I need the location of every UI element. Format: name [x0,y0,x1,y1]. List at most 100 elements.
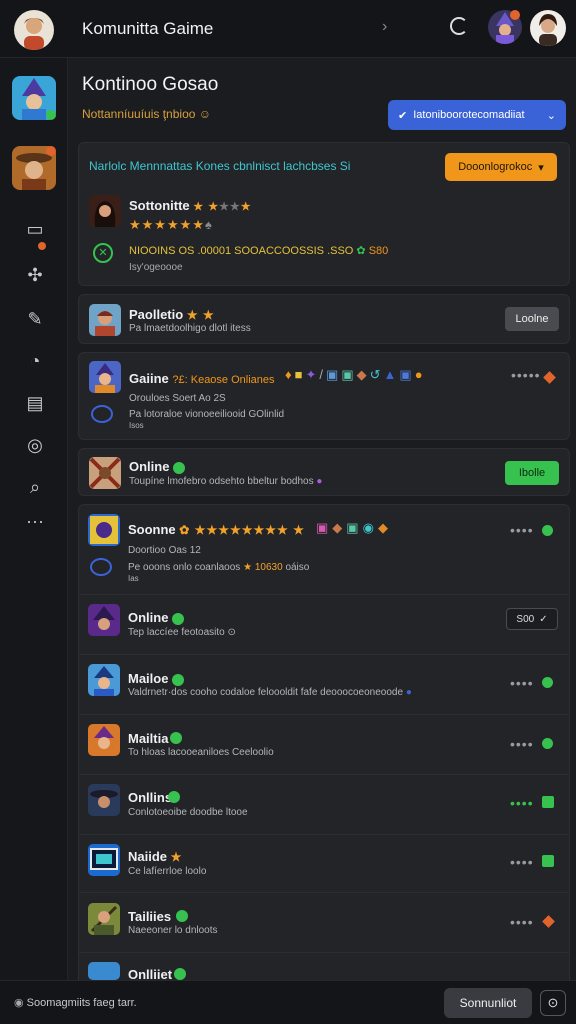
game-subtitle: Pa lmaetdoolhigo dlotl itess [129,323,251,334]
page-title: Kontinoo Gosao [82,74,219,95]
achievement-icons: ♦■✦/▣▣◆↺▲▣● [285,367,426,382]
featured-banner: Narlolc Mennnattas Kones cbnlnisct lachc… [89,159,351,173]
row-divider [78,654,570,655]
friend-notification-badge [510,10,520,20]
tools-icon[interactable]: ✎ [24,308,46,330]
check-icon: ✔ [398,109,408,122]
library-icon[interactable]: ▭ [24,218,46,240]
game-badge-icon [91,405,113,423]
game-thumb [88,903,120,935]
game-title[interactable]: Tailiies [128,909,171,924]
game-title[interactable]: Naiide ★ [128,849,182,864]
more-options-icon[interactable]: •••• [510,675,534,691]
chevron-down-icon: ⌄ [546,109,556,122]
achievement-icons: ▣◆▣◉◆ [316,520,392,535]
user-avatar[interactable] [14,10,54,50]
download-button[interactable]: Dooonlogrokoc ▾ [445,153,557,181]
game-thumb [88,962,120,980]
online-status-dot [542,738,553,749]
game-title: Online [129,459,186,474]
top-bar: Komunitta Gaime › [0,0,576,58]
row-divider [78,774,570,775]
game-subtitle: Orouloes Soert Ao 2S [129,393,226,404]
featured-card: Narlolc Mennnattas Kones cbnlnisct lachc… [78,142,570,286]
more-options-icon[interactable]: •••• [510,522,534,538]
game-thumb [89,361,121,393]
game-thumb [88,784,120,816]
emoji-icon: ☺ [198,107,212,121]
game-title: Gaiine ?£: Keaose Onlianes [129,371,275,386]
book-icon[interactable]: ▤ [24,392,46,414]
game-title[interactable]: Mailtia [128,731,168,746]
notification-icon[interactable] [450,17,468,35]
game-badge-icon [90,558,112,576]
more-icon[interactable]: ··· [24,510,46,532]
chat-icon[interactable]: ◔ [24,350,46,372]
game-title[interactable]: Online [128,610,185,625]
game-subtitle: To hloas lacooeaniloes Ceeloolio [128,747,274,758]
page-subtitle: Nottanníuuíuis ţnbioo ☺ [82,107,212,121]
row-divider [78,952,570,953]
filter-button[interactable]: ✔ Iatoniboorotecomadiiat ⌄ [388,100,566,130]
game-row-1[interactable]: Paolletio ★ ★ Pa lmaetdoolhigo dlotl ite… [78,294,570,344]
app-title: Komunitta Gaime [82,19,214,38]
game-row-3[interactable]: Online Toupíne lmofebro odsehto bbeltur … [78,448,570,496]
game-title[interactable]: Soonne ✿ ★★★★★★★★ ★ [128,522,305,537]
more-options-icon[interactable]: •••• [510,795,534,811]
status-indicator [543,371,556,384]
check-icon: ✓ [539,613,548,625]
online-status-dot [542,855,554,867]
game-subtitle-2: Pe ooons onlo coanlaoos ★ 10630 oáiso [128,562,310,573]
game-action-button[interactable]: Loolne [505,307,559,331]
game-subtitle: Doortioo Oas 12 [128,545,201,556]
sidebar-game-1-badge [46,110,56,120]
search-icon[interactable]: ⌕ [24,476,46,498]
row-divider [78,594,570,595]
game-subtitle: Valdrnetr·dos cooho codaloe feloooldit f… [128,687,412,698]
game-title[interactable]: Mailoe [128,671,185,686]
settings-icon[interactable]: ⊙ [540,990,566,1016]
online-status-dot [542,796,554,808]
puzzle-icon[interactable]: ✣ [24,264,46,286]
more-options-icon[interactable]: •••• [510,914,534,930]
game-thumb [88,514,120,546]
online-badge-icon [174,968,186,980]
game-subtitle: Toupíne lmofebro odsehto bbeltur bodhos … [129,476,323,487]
online-badge-icon [173,461,186,474]
online-status-dot [542,677,553,688]
chevron-down-icon: ▾ [538,161,544,174]
game-select-button[interactable]: S00 ✓ [506,608,558,630]
status-icon: ◉ [14,997,24,1009]
game-subtitle: Naeeoner lo dnloots [128,925,218,936]
online-badge-icon [168,791,180,803]
submit-button[interactable]: Sonnunliot [444,988,532,1018]
bottom-bar: ◉ Soomagmiits faeg tarr. Sonnunliot ⊙ [0,980,576,1024]
more-options-icon[interactable]: •••• [510,854,534,870]
featured-game-thumb[interactable] [89,195,121,227]
camera-icon[interactable]: ◎ [24,434,46,456]
game-subtitle: Conlotoeoibe doodbe ltooe [128,807,248,818]
game-subtitle-3: Isos [129,421,144,430]
library-badge [38,242,46,250]
featured-game-title: Sottonitte ★ ★★★★ [129,198,252,213]
game-thumb [88,604,120,636]
featured-footnote: Isy'ogeoooe [129,262,183,273]
game-action-button[interactable]: Ibolle [505,461,559,485]
game-thumb [89,304,121,336]
online-badge-icon [170,732,182,744]
game-subtitle: Ce lafíerrloe loolo [128,866,207,877]
online-badge-icon [176,910,188,922]
chevron-right-icon[interactable]: › [382,18,387,36]
game-row-2[interactable]: Gaiine ?£: Keaose Onlianes ♦■✦/▣▣◆↺▲▣● •… [78,352,570,440]
game-title: Paolletio ★ ★ [129,307,215,322]
online-badge-icon [172,673,185,686]
game-subtitle: Tep laccíee feotoasito ⊙ [128,627,236,638]
game-title[interactable]: Onllins [128,790,172,805]
more-options-icon[interactable]: •••• [510,736,534,752]
more-options-icon[interactable]: ••••• [511,367,541,383]
sidebar-game-2-badge [46,146,56,156]
profile-avatar[interactable] [530,10,566,46]
game-subtitle-2: Pa lotoraloe vionoeeiliooid GOlinlid [129,409,285,420]
game-thumb [88,724,120,756]
online-status-dot [542,525,553,536]
